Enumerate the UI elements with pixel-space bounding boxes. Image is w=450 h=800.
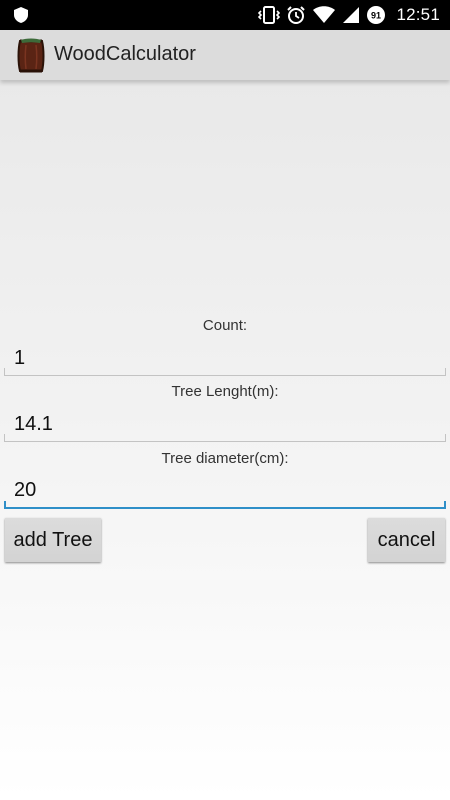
svg-text:91: 91	[371, 11, 381, 21]
status-icons: 91 12:51	[258, 0, 440, 30]
tree-length-input-underline	[4, 434, 446, 442]
alarm-icon	[287, 6, 306, 24]
tree-diameter-input-underline	[4, 501, 446, 509]
count-label: Count:	[202, 317, 248, 334]
add-tree-button[interactable]: add Tree	[5, 518, 101, 562]
vibrate-icon	[258, 6, 281, 24]
battery-icon: 91	[367, 6, 386, 24]
tree-length-label: Tree Lenght(m):	[171, 383, 279, 400]
status-bar: 91 12:51	[0, 0, 450, 30]
signal-icon	[343, 7, 360, 23]
count-input-underline	[4, 368, 446, 376]
cancel-button[interactable]: cancel	[368, 518, 445, 562]
shield-icon	[14, 7, 28, 23]
main-content: Count: Tree Lenght(m): Tree diameter(cm)…	[0, 80, 450, 800]
tree-diameter-label: Tree diameter(cm):	[161, 450, 289, 467]
action-bar: WoodCalculator	[0, 30, 450, 80]
app-title: WoodCalculator	[54, 43, 196, 65]
status-time: 12:51	[396, 5, 440, 24]
wood-barrel-icon	[17, 38, 45, 73]
wifi-icon	[313, 6, 336, 23]
